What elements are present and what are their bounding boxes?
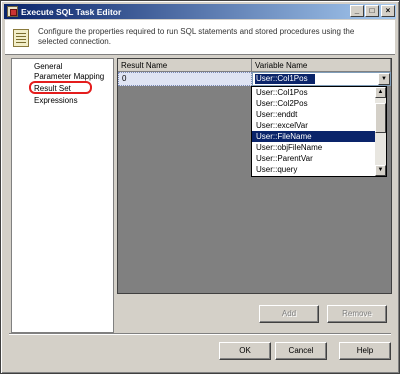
scroll-down-icon[interactable]: ▼ <box>375 165 386 176</box>
scrollbar-thumb[interactable] <box>375 103 386 133</box>
dropdown-option[interactable]: User::ParentVar <box>252 153 376 164</box>
dropdown-options: User::Col1Pos User::Col2Pos User::enddt … <box>252 87 376 175</box>
cancel-button[interactable]: Cancel <box>275 342 327 360</box>
remove-button-label: Remove <box>342 309 372 318</box>
ok-button[interactable]: OK <box>219 342 271 360</box>
dialog-header: Configure the properties required to run… <box>5 20 395 55</box>
add-button[interactable]: Add <box>259 305 319 323</box>
dropdown-option[interactable]: User::Col1Pos <box>252 87 376 98</box>
dropdown-option-highlighted[interactable]: User::FileName <box>252 131 376 142</box>
nav-item-general[interactable]: General <box>34 62 62 71</box>
nav-item-parameter-mapping[interactable]: Parameter Mapping <box>34 72 104 81</box>
help-button[interactable]: Help <box>339 342 391 360</box>
minimize-button[interactable]: _ <box>350 5 364 17</box>
footer-divider <box>9 333 391 335</box>
grid-header: Result Name Variable Name <box>118 59 391 72</box>
variable-name-combobox[interactable]: User::Col1Pos ▼ <box>252 72 391 86</box>
cancel-button-label: Cancel <box>288 346 314 355</box>
dropdown-option[interactable]: User::enddt <box>252 109 376 120</box>
dropdown-option[interactable]: User::query <box>252 164 376 175</box>
app-icon <box>7 6 18 17</box>
variable-name-value: User::Col1Pos <box>255 74 315 84</box>
dropdown-option[interactable]: User::objFileName <box>252 142 376 153</box>
dropdown-option[interactable]: User::excelVar <box>252 120 376 131</box>
result-set-highlight-annotation <box>29 81 92 94</box>
variable-dropdown-list[interactable]: User::Col1Pos User::Col2Pos User::enddt … <box>251 86 387 177</box>
title-bar[interactable]: Execute SQL Task Editor _ □ × <box>4 4 396 19</box>
add-button-label: Add <box>281 309 297 318</box>
nav-item-expressions[interactable]: Expressions <box>34 96 78 105</box>
window-controls: _ □ × <box>349 5 395 17</box>
help-button-label: Help <box>356 346 374 355</box>
ok-button-label: OK <box>239 346 251 355</box>
result-name-cell[interactable]: 0 <box>118 72 252 86</box>
dropdown-scrollbar[interactable]: ▲ ▼ <box>375 87 386 176</box>
close-button[interactable]: × <box>381 5 395 17</box>
window-title: Execute SQL Task Editor <box>21 6 122 17</box>
dropdown-option[interactable]: User::Col2Pos <box>252 98 376 109</box>
column-header-variable-name[interactable]: Variable Name <box>252 59 391 72</box>
scroll-up-icon[interactable]: ▲ <box>375 87 386 98</box>
column-header-result-name[interactable]: Result Name <box>118 59 252 72</box>
page-navigation: General Parameter Mapping Result Set Exp… <box>11 58 114 333</box>
header-description: Configure the properties required to run… <box>38 27 355 46</box>
chevron-down-icon[interactable]: ▼ <box>378 73 390 85</box>
task-document-icon <box>13 29 29 47</box>
remove-button[interactable]: Remove <box>327 305 387 323</box>
maximize-button[interactable]: □ <box>365 5 379 17</box>
table-row: 0 User::Col1Pos ▼ <box>118 72 391 86</box>
execute-sql-task-editor-window: Execute SQL Task Editor _ □ × Configure … <box>0 0 400 374</box>
